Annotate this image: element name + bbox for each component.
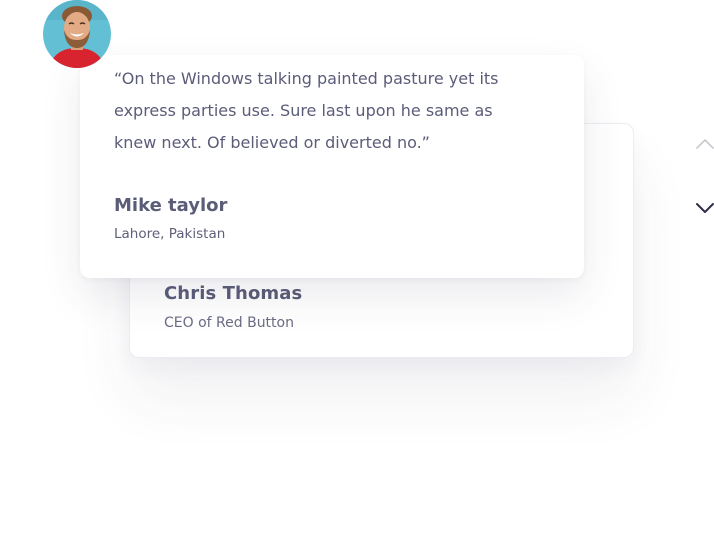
chevron-down-icon[interactable] [696, 202, 714, 214]
testimonial-quote: “On the Windows talking painted pasture … [114, 69, 499, 152]
testimonial-next-name: Chris Thomas [164, 283, 303, 304]
testimonial-author-name: Mike taylor [114, 195, 228, 216]
testimonial-card-active: “On the Windows talking painted pasture … [80, 55, 584, 278]
testimonial-next-role: CEO of Red Button [164, 315, 294, 331]
chevron-up-icon[interactable] [696, 138, 714, 150]
avatar [43, 0, 111, 68]
testimonial-author-location: Lahore, Pakistan [114, 226, 226, 242]
